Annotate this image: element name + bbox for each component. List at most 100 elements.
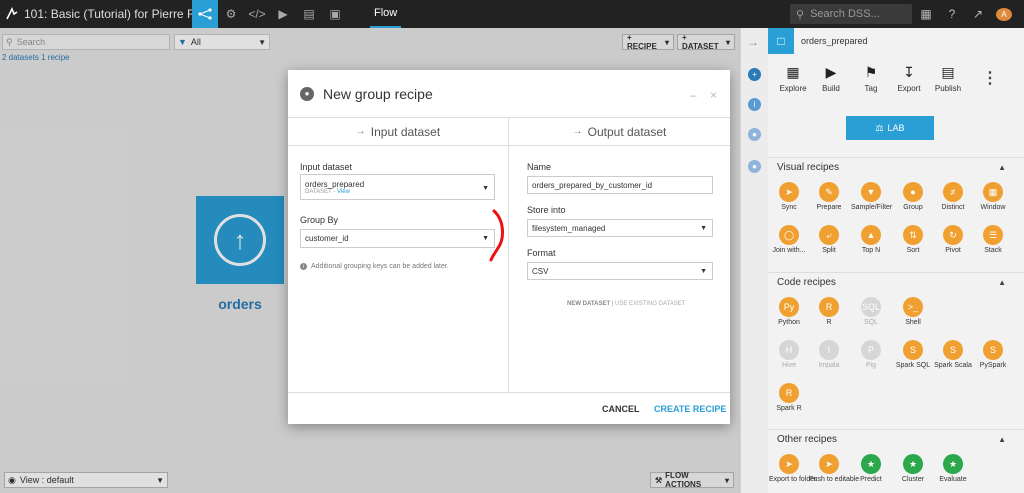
groupby-select[interactable]: customer_id ▼	[300, 229, 495, 248]
other-recipes-header[interactable]: Other recipes ▲	[768, 429, 1024, 449]
recipe-spark-r[interactable]: R Spark R	[769, 383, 809, 412]
dss-logo-icon[interactable]	[0, 0, 24, 28]
recipes-icon[interactable]: ⚙	[218, 0, 244, 28]
explore-label: Explore	[779, 84, 807, 93]
create-recipe-button[interactable]: CREATE RECIPE	[654, 404, 726, 414]
recipe-stack[interactable]: ☰ Stack	[973, 225, 1013, 254]
recipe-label: SQL	[863, 319, 878, 326]
export-button[interactable]: ↧ Export	[889, 64, 929, 93]
recipe-shell[interactable]: >_ Shell	[893, 297, 933, 326]
chevron-up-icon: ▲	[998, 435, 1006, 444]
search-icon: ⚲	[796, 8, 805, 21]
visual-recipes-header[interactable]: Visual recipes ▲	[768, 157, 1024, 177]
recipe-spark-scala[interactable]: S Spark Scala	[933, 340, 973, 369]
store-into-select[interactable]: filesystem_managed ▼	[527, 219, 713, 237]
chevron-down-icon: ▼	[700, 267, 707, 275]
recipe-push-to-editable[interactable]: ➤ Push to editable	[809, 454, 859, 483]
recipe-split[interactable]: ⤶ Split	[809, 225, 849, 254]
recipe-python[interactable]: Py Python	[769, 297, 809, 326]
panel-header: □ orders_prepared	[768, 28, 1024, 54]
recipe-r[interactable]: RR	[809, 297, 849, 326]
recipe-evaluate[interactable]: ★ Evaluate	[933, 454, 973, 483]
recipe-spark-sql[interactable]: S Spark SQL	[893, 340, 933, 369]
explore-button[interactable]: ▦ Explore	[773, 64, 813, 93]
panel-title: orders_prepared	[801, 36, 868, 46]
publish-icon: ▤	[941, 64, 955, 80]
help-icon[interactable]: ?	[944, 7, 960, 21]
close-icon[interactable]: ×	[710, 88, 717, 102]
recipe-cluster[interactable]: ★ Cluster	[893, 454, 933, 483]
recipe-pig[interactable]: P Pig	[851, 340, 891, 369]
arrow-right-icon[interactable]: →	[747, 35, 759, 49]
view-dataset-link[interactable]: View	[337, 189, 350, 195]
table-icon: ▦	[786, 64, 800, 80]
recipe-label: Spark R	[776, 405, 802, 412]
group-icon: ●	[903, 182, 923, 202]
new-dataset-link[interactable]: NEW DATASET	[567, 301, 610, 307]
code-icon[interactable]: </>	[244, 0, 270, 28]
recipe-pyspark[interactable]: S PySpark	[973, 340, 1013, 369]
recipe-group[interactable]: ● Group	[893, 182, 933, 211]
stack-icon: ☰	[983, 225, 1003, 245]
info-icon[interactable]: i	[748, 98, 761, 111]
apps-grid-icon[interactable]: ▦	[918, 7, 934, 21]
build-button[interactable]: ▶ Build	[811, 64, 851, 93]
flow-icon[interactable]	[192, 0, 218, 28]
output-name-input[interactable]: orders_prepared_by_customer_id	[527, 176, 713, 194]
sort-icon: ⇅	[903, 225, 923, 245]
chevron-up-icon: ▲	[998, 278, 1006, 287]
tab-flow[interactable]: Flow	[370, 0, 402, 28]
pivot-icon: ↻	[943, 225, 963, 245]
use-existing-dataset-link[interactable]: USE EXISTING DATASET	[615, 301, 685, 307]
input-column: → Input dataset Input dataset orders_pre…	[288, 118, 509, 392]
format-select[interactable]: CSV ▼	[527, 262, 713, 280]
pig-icon: P	[861, 340, 881, 360]
recipe-predict[interactable]: ★ Predict	[851, 454, 891, 483]
recipe-label: Python	[778, 319, 800, 326]
groupby-hint: i Additional grouping keys can be added …	[300, 263, 449, 270]
minimize-icon[interactable]: –	[690, 88, 697, 102]
code-recipes-header[interactable]: Code recipes ▲	[768, 272, 1024, 292]
recipe-join[interactable]: ◯ Join with...	[769, 225, 809, 254]
cancel-button[interactable]: CANCEL	[602, 404, 640, 414]
input-column-header: → Input dataset	[288, 118, 508, 146]
recipe-prepare[interactable]: ✎ Prepare	[809, 182, 849, 211]
recipe-top-n[interactable]: ▲ Top N	[851, 225, 891, 254]
avatar[interactable]: A	[996, 7, 1012, 21]
plus-icon[interactable]: +	[748, 68, 761, 81]
recipe-label: Stack	[984, 247, 1002, 254]
export-icon: ➤	[779, 454, 799, 474]
input-dataset-select[interactable]: orders_prepared DATASET - View ▼	[300, 174, 495, 200]
input-dataset-value: orders_prepared	[305, 179, 365, 189]
publish-button[interactable]: ▤ Publish	[928, 64, 968, 93]
top-right-icons: ▦ ? ↗ A	[918, 0, 1012, 28]
recipe-export-to-folder[interactable]: ➤ Export to folder	[769, 454, 816, 483]
tag-button[interactable]: ⚑ Tag	[851, 64, 891, 93]
recipe-distinct[interactable]: ≠ Distinct	[933, 182, 973, 211]
play-icon[interactable]: ▶	[270, 0, 296, 28]
more-vertical-icon[interactable]: ⋮	[982, 68, 998, 88]
recipe-label: Sample/Filter	[851, 204, 893, 211]
recipe-sync[interactable]: ➤ Sync	[769, 182, 809, 211]
lab-button[interactable]: ⚖ LAB	[846, 116, 934, 140]
recipe-sort[interactable]: ⇅ Sort	[893, 225, 933, 254]
recipe-label: PySpark	[979, 362, 1007, 369]
recipe-window[interactable]: ▦ Window	[973, 182, 1013, 211]
dashboard-icon[interactable]: ▣	[322, 0, 348, 28]
chat-icon[interactable]: ●	[748, 128, 761, 141]
global-search-input[interactable]: ⚲ Search DSS...	[790, 4, 912, 24]
sign-out-icon: →	[572, 126, 583, 137]
recipe-sample-filter[interactable]: ▼ Sample/Filter	[851, 182, 893, 211]
impala-icon: I	[819, 340, 839, 360]
play-icon: ▶	[825, 64, 837, 80]
notebook-icon[interactable]: ▤	[296, 0, 322, 28]
recipe-impala[interactable]: I Impala	[809, 340, 849, 369]
activity-icon[interactable]: ↗	[970, 7, 986, 21]
project-title[interactable]: 101: Basic (Tutorial) for Pierre Ro...	[24, 7, 192, 21]
recipe-pivot[interactable]: ↻ Pivot	[933, 225, 973, 254]
recipe-hive[interactable]: H Hive	[769, 340, 809, 369]
global-search-placeholder: Search DSS...	[810, 8, 880, 20]
recipe-sql[interactable]: SQL SQL	[851, 297, 891, 326]
discussion-icon[interactable]: ●	[748, 160, 761, 173]
right-rail: → + i ● ●	[740, 28, 768, 493]
